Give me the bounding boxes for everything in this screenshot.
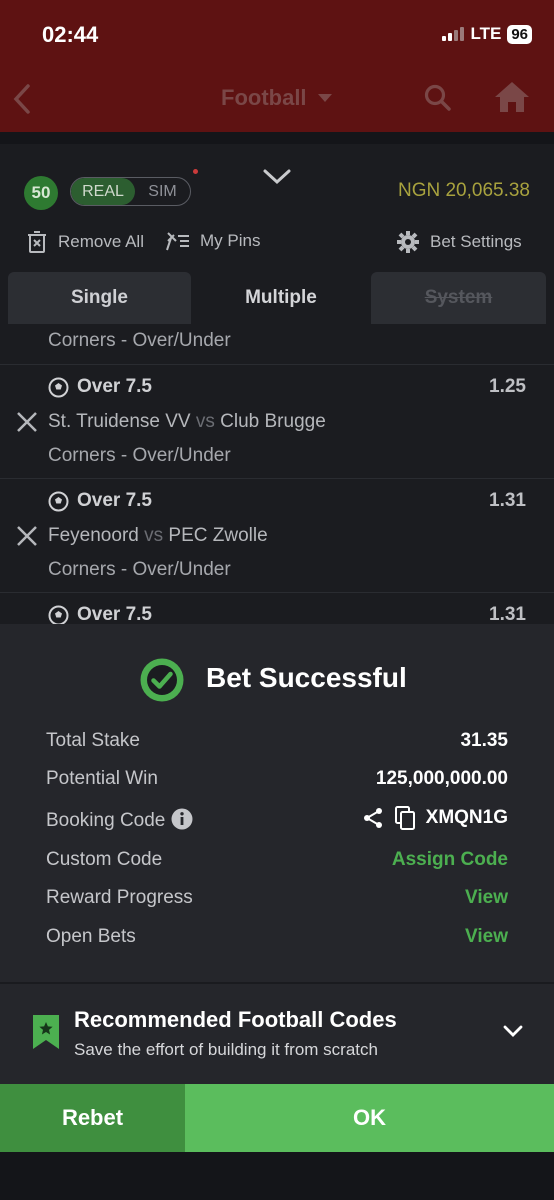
bet-list[interactable]: Corners - Over/Under Over 7.5 1.25 St. T… — [0, 324, 554, 624]
reward-progress-label: Reward Progress — [46, 887, 193, 908]
copy-icon[interactable] — [394, 806, 416, 830]
potential-win-label: Potential Win — [46, 768, 158, 789]
mode-real[interactable]: REAL — [71, 178, 135, 205]
bet-market: Corners - Over/Under — [48, 559, 231, 580]
bet-item: Over 7.5 1.25 St. Truidense VV vs Club B… — [0, 364, 554, 478]
open-bets-view-link[interactable]: View — [465, 926, 508, 948]
bet-settings-label: Bet Settings — [430, 232, 522, 251]
bet-item: Over 7.5 1.31 Feyenoord vs PEC Zwolle Co… — [0, 478, 554, 592]
bet-type-tabs: Single Multiple System — [0, 272, 554, 324]
total-stake-label: Total Stake — [46, 730, 140, 751]
total-stake-row: Total Stake 31.35 — [46, 730, 508, 756]
assign-code-link[interactable]: Assign Code — [392, 849, 508, 871]
reward-progress-row: Reward Progress View — [46, 887, 508, 913]
football-icon — [48, 491, 69, 512]
open-bets-row: Open Bets View — [46, 926, 508, 952]
gear-icon — [397, 231, 419, 253]
remove-all-button[interactable]: Remove All — [26, 230, 144, 254]
network-type: LTE — [470, 24, 502, 43]
bet-selection: Over 7.5 — [77, 490, 152, 511]
bet-market: Corners - Over/Under — [48, 330, 231, 351]
share-icon[interactable] — [362, 807, 384, 829]
booking-code-label: Booking Code — [46, 808, 193, 832]
bet-match: Feyenoord vs PEC Zwolle — [48, 525, 268, 546]
recommended-codes-title[interactable]: Recommended Football Codes — [74, 1007, 397, 1033]
bet-selection: Over 7.5 — [77, 604, 152, 624]
custom-code-row: Custom Code Assign Code — [46, 849, 508, 875]
bet-odds: 1.25 — [489, 376, 526, 397]
mode-sim[interactable]: SIM — [135, 178, 190, 205]
status-indicators: LTE 96 — [442, 24, 532, 44]
remove-bet-icon[interactable] — [16, 525, 38, 547]
total-stake-value: 31.35 — [460, 730, 508, 751]
tab-multiple[interactable]: Multiple — [191, 272, 371, 324]
booking-code-value[interactable]: XMQN1G — [426, 807, 508, 829]
pin-list-icon — [166, 232, 189, 251]
bet-market: Corners - Over/Under — [48, 445, 231, 466]
my-pins-button[interactable]: My Pins — [166, 230, 260, 252]
rebet-button[interactable]: Rebet — [0, 1084, 185, 1152]
app-header: Football — [0, 66, 554, 132]
check-circle-icon — [140, 658, 184, 702]
notification-dot — [193, 169, 198, 174]
home-icon[interactable] — [493, 80, 531, 114]
tab-single[interactable]: Single — [8, 272, 191, 324]
bet-odds: 1.31 — [489, 604, 526, 624]
bookmark-star-icon — [33, 1015, 59, 1049]
signal-icon — [442, 27, 465, 41]
trash-icon — [28, 231, 46, 253]
account-balance: NGN 20,065.38 — [397, 180, 530, 201]
potential-win-row: Potential Win 125,000,000.00 — [46, 768, 508, 794]
recommended-codes-subtitle: Save the effort of building it from scra… — [74, 1040, 378, 1059]
tab-system[interactable]: System — [371, 272, 546, 324]
betslip-actions: Remove All My Pins Bet Settings — [0, 226, 554, 256]
status-time: 02:44 — [42, 22, 99, 47]
ok-button[interactable]: OK — [185, 1084, 554, 1152]
potential-win-value: 125,000,000.00 — [375, 768, 508, 789]
back-icon[interactable] — [10, 82, 34, 116]
remove-all-label: Remove All — [58, 232, 144, 251]
bottom-safe-area — [0, 1152, 554, 1200]
search-icon[interactable] — [424, 84, 452, 112]
remove-bet-icon[interactable] — [16, 411, 38, 433]
bet-selection: Over 7.5 — [77, 376, 152, 397]
bet-settings-button[interactable]: Bet Settings — [396, 230, 522, 254]
bet-item: Over 7.5 1.31 — [0, 592, 554, 624]
battery-icon: 96 — [507, 24, 532, 44]
section-divider — [0, 982, 554, 984]
info-icon[interactable] — [171, 808, 193, 830]
status-bar: 02:44 LTE 96 — [0, 0, 554, 66]
reward-progress-view-link[interactable]: View — [465, 887, 508, 909]
caret-down-icon[interactable] — [318, 94, 332, 102]
booking-code-row: Booking Code XMQN1G — [46, 806, 508, 834]
my-pins-label: My Pins — [200, 231, 261, 250]
success-title: Bet Successful — [206, 662, 407, 693]
bet-odds: 1.31 — [489, 490, 526, 511]
sport-selector-title[interactable]: Football — [221, 85, 307, 111]
selection-count-badge: 50 — [24, 176, 58, 210]
bet-match: St. Truidense VV vs Club Brugge — [48, 411, 326, 432]
chevron-down-icon[interactable] — [503, 1024, 523, 1038]
football-icon — [48, 605, 69, 624]
football-icon — [48, 377, 69, 398]
custom-code-label: Custom Code — [46, 849, 163, 870]
chevron-down-icon[interactable] — [262, 168, 292, 186]
open-bets-label: Open Bets — [46, 926, 136, 947]
booking-code-actions: XMQN1G — [362, 806, 508, 830]
real-sim-toggle[interactable]: REAL SIM — [70, 177, 191, 206]
